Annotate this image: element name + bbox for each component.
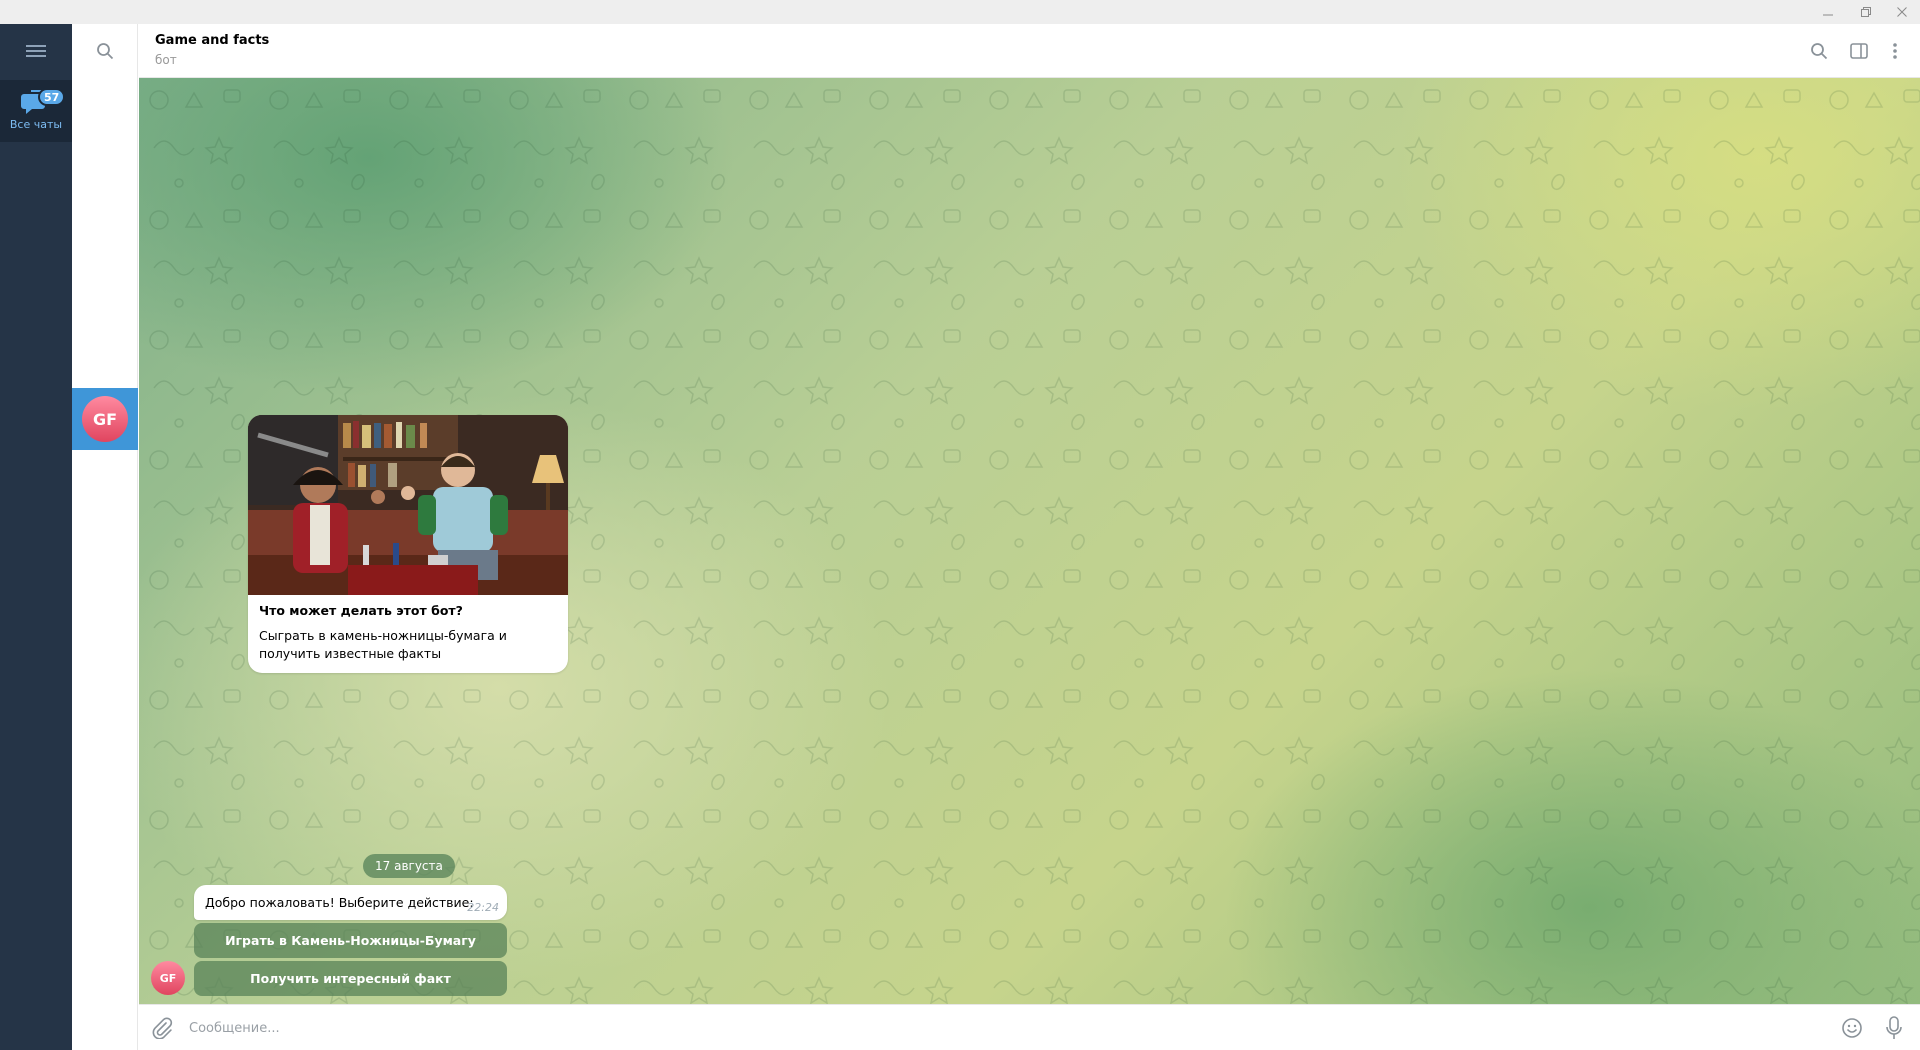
sender-avatar[interactable]: GF	[151, 961, 185, 995]
folder-all-chats[interactable]: 57 Все чаты	[0, 80, 72, 142]
bot-info-image	[248, 415, 568, 595]
message-composer	[139, 1004, 1920, 1050]
more-vertical-icon	[1893, 43, 1897, 59]
unread-badge: 57	[38, 88, 66, 106]
minimize-icon	[1823, 14, 1833, 16]
chat-area[interactable]: Что может делать этот бот? Сыграть в кам…	[139, 78, 1920, 1004]
sidebar-toggle-icon	[1850, 43, 1868, 59]
chat-title[interactable]: Game and facts	[155, 33, 269, 48]
chat-subtitle: бот	[155, 53, 177, 67]
close-window-button[interactable]	[1882, 0, 1920, 24]
chat-header: Game and facts бот	[139, 24, 1920, 78]
attach-button[interactable]	[149, 1015, 175, 1041]
minimize-button[interactable]	[1808, 0, 1848, 24]
bot-info-card: Что может делать этот бот? Сыграть в кам…	[248, 415, 568, 673]
message-text: Добро пожаловать! Выберите действие:	[205, 895, 474, 910]
folders-rail: 57 Все чаты	[0, 24, 72, 1050]
voice-message-button[interactable]	[1881, 1015, 1907, 1041]
search-icon	[1811, 43, 1828, 60]
emoji-button[interactable]	[1839, 1015, 1865, 1041]
chat-list: GF	[72, 24, 138, 1050]
message-bubble[interactable]: Добро пожаловать! Выберите действие: 22:…	[194, 885, 507, 920]
more-options-button[interactable]	[1882, 38, 1908, 64]
header-search-button[interactable]	[1806, 38, 1832, 64]
folder-label: Все чаты	[9, 118, 63, 131]
bot-info-description: Сыграть в камень-ножницы-бумага и получи…	[259, 628, 507, 661]
main-menu-button[interactable]	[0, 24, 72, 78]
play-rps-button[interactable]: Играть в Камень-Ножницы-Бумагу	[194, 923, 507, 958]
get-fact-button[interactable]: Получить интересный факт	[194, 961, 507, 996]
search-icon	[97, 43, 114, 60]
emoji-icon	[1842, 1018, 1862, 1038]
sidebar-toggle-button[interactable]	[1846, 38, 1872, 64]
window-titlebar	[0, 0, 1920, 24]
bot-info-title: Что может делать этот бот?	[259, 603, 463, 618]
hamburger-icon	[26, 45, 46, 57]
attach-icon	[152, 1017, 173, 1039]
message-input[interactable]	[189, 1005, 1769, 1050]
restore-button[interactable]	[1846, 0, 1886, 24]
date-separator[interactable]: 17 августа	[363, 854, 455, 878]
chat-list-item-game-and-facts[interactable]: GF	[72, 388, 138, 450]
microphone-icon	[1886, 1016, 1902, 1039]
restore-icon	[1861, 7, 1871, 17]
avatar: GF	[82, 396, 128, 442]
message-time: 22:24	[467, 901, 499, 914]
close-icon	[1897, 7, 1907, 17]
chat-search-button[interactable]	[72, 24, 138, 78]
